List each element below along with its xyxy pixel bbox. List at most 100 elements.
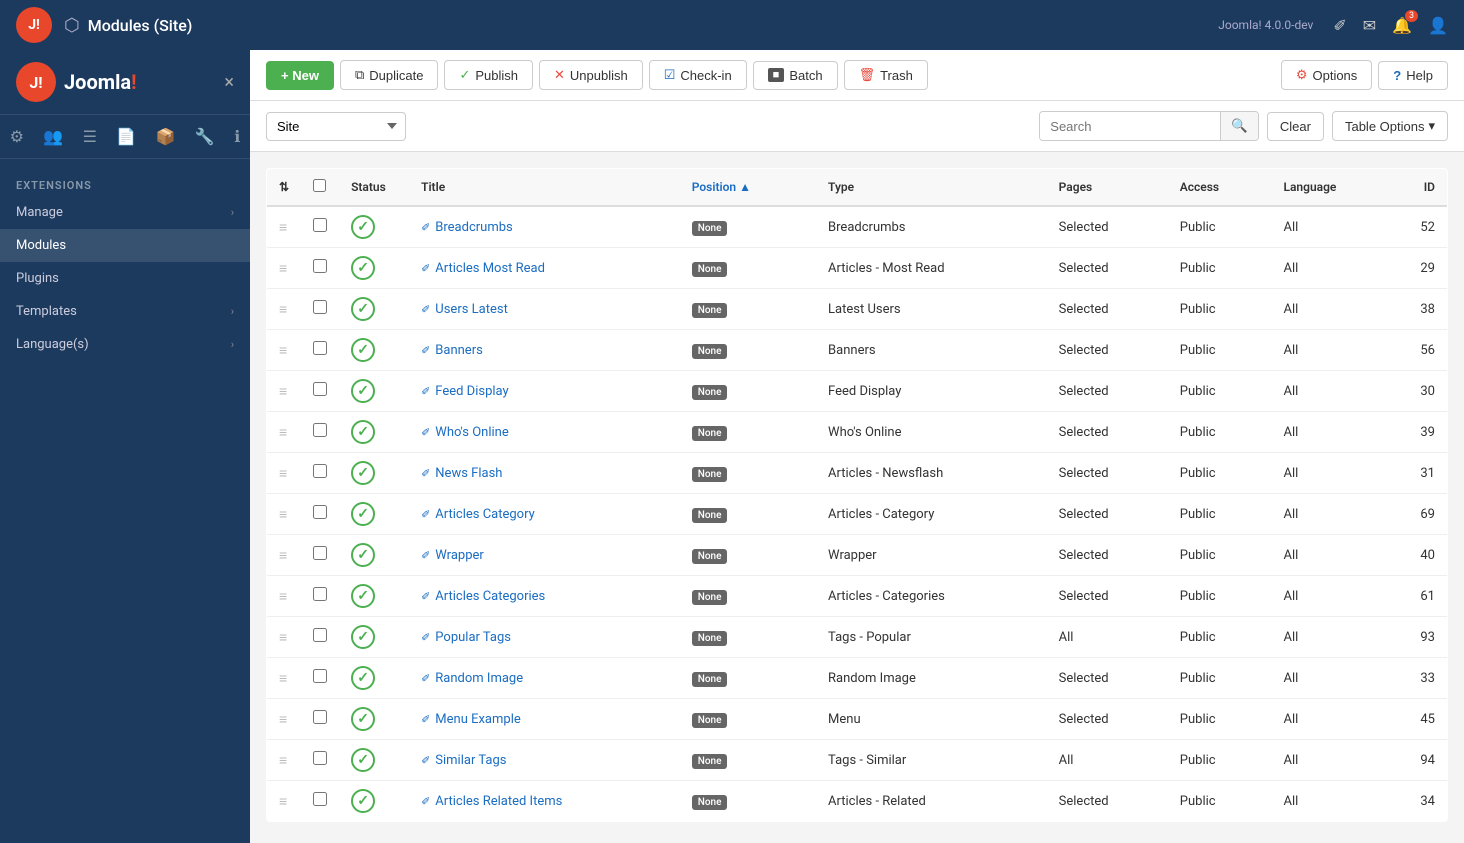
sidebar-nav-home-icon[interactable]: ⚙ — [2, 123, 32, 150]
user-icon[interactable]: 👤 — [1428, 16, 1448, 35]
drag-handle[interactable]: ≡ — [279, 466, 287, 482]
title-link[interactable]: ✐ Who's Online — [421, 425, 668, 440]
row-checkbox[interactable] — [313, 423, 327, 437]
title-link[interactable]: ✐ Breadcrumbs — [421, 220, 668, 235]
status-published-icon[interactable]: ✓ — [351, 379, 375, 403]
drag-handle[interactable]: ≡ — [279, 302, 287, 318]
title-link[interactable]: ✐ Similar Tags — [421, 753, 668, 768]
title-link[interactable]: ✐ Banners — [421, 343, 668, 358]
title-link[interactable]: ✐ News Flash — [421, 466, 668, 481]
status-published-icon[interactable]: ✓ — [351, 502, 375, 526]
trash-button[interactable]: 🗑 Trash — [844, 60, 928, 90]
title-link[interactable]: ✐ Articles Category — [421, 507, 668, 522]
duplicate-button[interactable]: ⧉ Duplicate — [340, 60, 439, 90]
title-link[interactable]: ✐ Articles Categories — [421, 589, 668, 604]
clear-button[interactable]: Clear — [1267, 112, 1324, 141]
language-cell: All — [1272, 740, 1398, 781]
th-position[interactable]: Position ▲ — [680, 169, 816, 207]
status-published-icon[interactable]: ✓ — [351, 625, 375, 649]
drag-handle[interactable]: ≡ — [279, 384, 287, 400]
drag-handle[interactable]: ≡ — [279, 753, 287, 769]
status-published-icon[interactable]: ✓ — [351, 215, 375, 239]
batch-button[interactable]: ■ Batch — [753, 61, 838, 90]
title-link[interactable]: ✐ Articles Most Read — [421, 261, 668, 276]
sidebar-nav-components-icon[interactable]: 📦 — [148, 123, 184, 150]
bell-icon[interactable]: 🔔 3 — [1392, 16, 1412, 35]
row-checkbox[interactable] — [313, 382, 327, 396]
status-published-icon[interactable]: ✓ — [351, 256, 375, 280]
status-published-icon[interactable]: ✓ — [351, 543, 375, 567]
title-link[interactable]: ✐ Popular Tags — [421, 630, 668, 645]
status-published-icon[interactable]: ✓ — [351, 420, 375, 444]
sidebar-close-btn[interactable]: × — [224, 72, 234, 93]
title-link[interactable]: ✐ Wrapper — [421, 548, 668, 563]
status-published-icon[interactable]: ✓ — [351, 666, 375, 690]
row-checkbox[interactable] — [313, 341, 327, 355]
row-checkbox[interactable] — [313, 751, 327, 765]
title-link[interactable]: ✐ Articles Related Items — [421, 794, 668, 809]
select-all-checkbox[interactable] — [313, 179, 326, 192]
status-published-icon[interactable]: ✓ — [351, 748, 375, 772]
help-button[interactable]: ? Help — [1378, 61, 1448, 90]
checkin-button[interactable]: ☑ Check-in — [649, 60, 747, 90]
sidebar-nav-menu-icon[interactable]: ☰ — [75, 123, 105, 150]
check-cell — [301, 740, 339, 781]
title-link[interactable]: ✐ Menu Example — [421, 712, 668, 727]
options-button[interactable]: ⚙ Options — [1281, 60, 1372, 90]
row-checkbox[interactable] — [313, 669, 327, 683]
site-filter-select[interactable]: Site — [266, 112, 406, 141]
drag-handle[interactable]: ≡ — [279, 425, 287, 441]
sidebar-nav-users-icon[interactable]: 👥 — [35, 123, 71, 150]
sidebar-nav-extensions-icon[interactable]: 🔧 — [187, 123, 223, 150]
row-checkbox[interactable] — [313, 587, 327, 601]
th-check[interactable] — [301, 169, 339, 207]
position-cell: None — [680, 371, 816, 412]
row-checkbox[interactable] — [313, 710, 327, 724]
drag-handle[interactable]: ≡ — [279, 712, 287, 728]
pencil-icon[interactable]: ✐ — [1333, 16, 1346, 35]
drag-handle[interactable]: ≡ — [279, 507, 287, 523]
row-checkbox[interactable] — [313, 505, 327, 519]
content-area: + New ⧉ Duplicate ✓ Publish ✕ Unpublish … — [250, 50, 1464, 843]
row-checkbox[interactable] — [313, 792, 327, 806]
drag-handle[interactable]: ≡ — [279, 589, 287, 605]
title-link[interactable]: ✐ Feed Display — [421, 384, 668, 399]
sidebar-item-manage[interactable]: Manage › — [0, 196, 250, 229]
row-checkbox[interactable] — [313, 259, 327, 273]
title-cell: ✐ Articles Categories — [409, 576, 680, 617]
drag-handle[interactable]: ≡ — [279, 548, 287, 564]
drag-handle[interactable]: ≡ — [279, 343, 287, 359]
search-input[interactable] — [1040, 113, 1220, 140]
row-checkbox[interactable] — [313, 628, 327, 642]
status-published-icon[interactable]: ✓ — [351, 707, 375, 731]
title-link[interactable]: ✐ Random Image — [421, 671, 668, 686]
new-button[interactable]: + New — [266, 61, 334, 90]
unpublish-button[interactable]: ✕ Unpublish — [539, 60, 643, 90]
sidebar-item-languages[interactable]: Language(s) › — [0, 328, 250, 361]
mail-icon[interactable]: ✉ — [1363, 16, 1376, 35]
sidebar-item-templates[interactable]: Templates › — [0, 295, 250, 328]
status-published-icon[interactable]: ✓ — [351, 584, 375, 608]
row-checkbox[interactable] — [313, 464, 327, 478]
status-published-icon[interactable]: ✓ — [351, 338, 375, 362]
publish-button[interactable]: ✓ Publish — [444, 60, 533, 90]
drag-handle[interactable]: ≡ — [279, 794, 287, 810]
sidebar-item-plugins[interactable]: Plugins — [0, 262, 250, 295]
status-cell: ✓ — [339, 740, 409, 781]
drag-handle[interactable]: ≡ — [279, 220, 287, 236]
drag-handle[interactable]: ≡ — [279, 630, 287, 646]
table-options-button[interactable]: Table Options ▾ — [1332, 111, 1448, 141]
search-button[interactable]: 🔍 — [1220, 112, 1258, 140]
sidebar-item-modules[interactable]: Modules — [0, 229, 250, 262]
sidebar-nav-content-icon[interactable]: 📄 — [108, 123, 144, 150]
row-checkbox[interactable] — [313, 218, 327, 232]
row-checkbox[interactable] — [313, 300, 327, 314]
drag-handle[interactable]: ≡ — [279, 261, 287, 277]
row-checkbox[interactable] — [313, 546, 327, 560]
title-link[interactable]: ✐ Users Latest — [421, 302, 668, 317]
sidebar-nav-info-icon[interactable]: ℹ — [226, 123, 248, 150]
drag-handle[interactable]: ≡ — [279, 671, 287, 687]
status-published-icon[interactable]: ✓ — [351, 789, 375, 813]
status-published-icon[interactable]: ✓ — [351, 461, 375, 485]
status-published-icon[interactable]: ✓ — [351, 297, 375, 321]
